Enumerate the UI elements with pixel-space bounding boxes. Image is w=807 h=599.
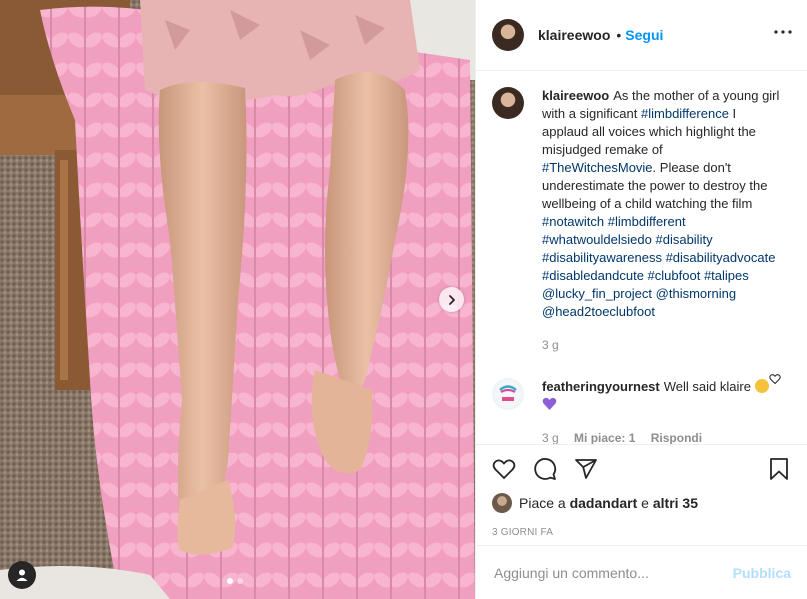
heart-outline-icon (769, 374, 781, 385)
post-date[interactable]: 3 GIORNI FA (492, 527, 791, 538)
purple-heart-emoji (542, 397, 557, 410)
caption-hashtag-link[interactable]: #disabilityadvocate (666, 250, 776, 265)
carousel-dot-2 (237, 578, 243, 584)
comment-like-button[interactable] (769, 372, 781, 390)
action-bar (492, 445, 791, 493)
commenter-logo-icon (494, 380, 522, 408)
commenter-avatar[interactable] (492, 378, 524, 410)
chevron-right-icon (448, 294, 455, 305)
like-button[interactable] (492, 457, 516, 481)
liker-username[interactable]: dadandart (570, 495, 638, 511)
caption-hashtag-link[interactable]: #disabilityawareness (542, 250, 662, 265)
caption: klaireewoo As the mother of a young girl … (492, 87, 791, 354)
comment-item: featheringyournest Well said klaire 3 g M… (492, 378, 791, 444)
caption-author-avatar[interactable] (492, 87, 524, 119)
likes-summary: Piace a dadandart e altri 35 (492, 493, 791, 513)
likes-mid: e (641, 495, 649, 511)
comment-input[interactable] (492, 563, 733, 582)
caption-hashtag-link[interactable]: #clubfoot (648, 268, 701, 283)
follow-button[interactable]: Segui (625, 27, 663, 43)
instagram-post: klaireewoo • Segui klaireewoo As the moth… (0, 0, 807, 599)
comment-text: Well said klaire (663, 379, 751, 394)
caption-meta: 3 g (542, 336, 780, 354)
share-button[interactable] (574, 457, 598, 481)
post-media[interactable] (0, 0, 475, 599)
user-tags-button[interactable] (8, 561, 36, 589)
bookmark-icon (770, 458, 788, 480)
clapping-hands-emoji (754, 379, 769, 393)
caption-hashtag-link[interactable]: #disabledandcute (542, 268, 644, 283)
add-comment-bar: Pubblica (476, 545, 807, 599)
comments-section[interactable]: klaireewoo As the mother of a young girl … (476, 71, 807, 444)
post-side-panel: klaireewoo • Segui klaireewoo As the moth… (475, 0, 807, 599)
comment-likes[interactable]: Mi piace: 1 (574, 431, 635, 444)
carousel-next-button[interactable] (439, 287, 464, 312)
post-actions: Piace a dadandart e altri 35 3 GIORNI FA (476, 444, 807, 538)
post-photo (0, 0, 475, 599)
likes-prefix: Piace a (519, 495, 566, 511)
caption-hashtag-link[interactable]: #limbdifference (641, 106, 729, 121)
share-icon (575, 459, 597, 479)
caption-hashtag-link[interactable]: @thismorning (656, 286, 736, 301)
carousel-indicator (227, 578, 243, 584)
ellipsis-icon (774, 30, 792, 34)
more-options-button[interactable] (773, 24, 793, 35)
author-username[interactable]: klaireewoo (538, 27, 610, 43)
caption-hashtag-link[interactable]: #TheWitchesMovie (542, 160, 653, 175)
caption-time[interactable]: 3 g (542, 338, 559, 352)
save-button[interactable] (767, 457, 791, 481)
comment-time[interactable]: 3 g (542, 431, 559, 444)
liker-avatar[interactable] (492, 493, 512, 513)
likes-others-link[interactable]: altri 35 (653, 495, 698, 511)
carousel-dot-1 (227, 578, 233, 584)
author-avatar[interactable] (492, 19, 524, 51)
reply-button[interactable]: Rispondi (651, 431, 702, 444)
comment-button[interactable] (533, 457, 557, 481)
caption-username[interactable]: klaireewoo (542, 88, 609, 103)
caption-text: As the mother of a young girl with a sig… (542, 88, 779, 319)
caption-body: klaireewoo As the mother of a young girl … (542, 87, 780, 354)
caption-hashtag-link[interactable]: @head2toeclubfoot (542, 304, 655, 319)
publish-button[interactable]: Pubblica (733, 565, 791, 581)
caption-hashtag-link[interactable]: #disability (655, 232, 712, 247)
user-tag-icon (16, 569, 28, 581)
header-separator: • (616, 27, 622, 43)
comment-icon (534, 458, 557, 480)
caption-hashtag-link[interactable]: #talipes (704, 268, 749, 283)
post-header: klaireewoo • Segui (476, 0, 807, 71)
comment-meta: 3 g Mi piace: 1 Rispondi (542, 429, 780, 444)
commenter-username[interactable]: featheringyournest (542, 379, 660, 394)
caption-hashtag-link[interactable]: @lucky_fin_project (542, 286, 652, 301)
caption-hashtag-link[interactable]: #notawitch (542, 214, 604, 229)
heart-outline-icon (492, 459, 516, 480)
caption-hashtag-link[interactable]: #limbdifferent (608, 214, 686, 229)
caption-hashtag-link[interactable]: #whatwouldelsiedo (542, 232, 652, 247)
comment-body: featheringyournest Well said klaire 3 g M… (542, 378, 780, 444)
